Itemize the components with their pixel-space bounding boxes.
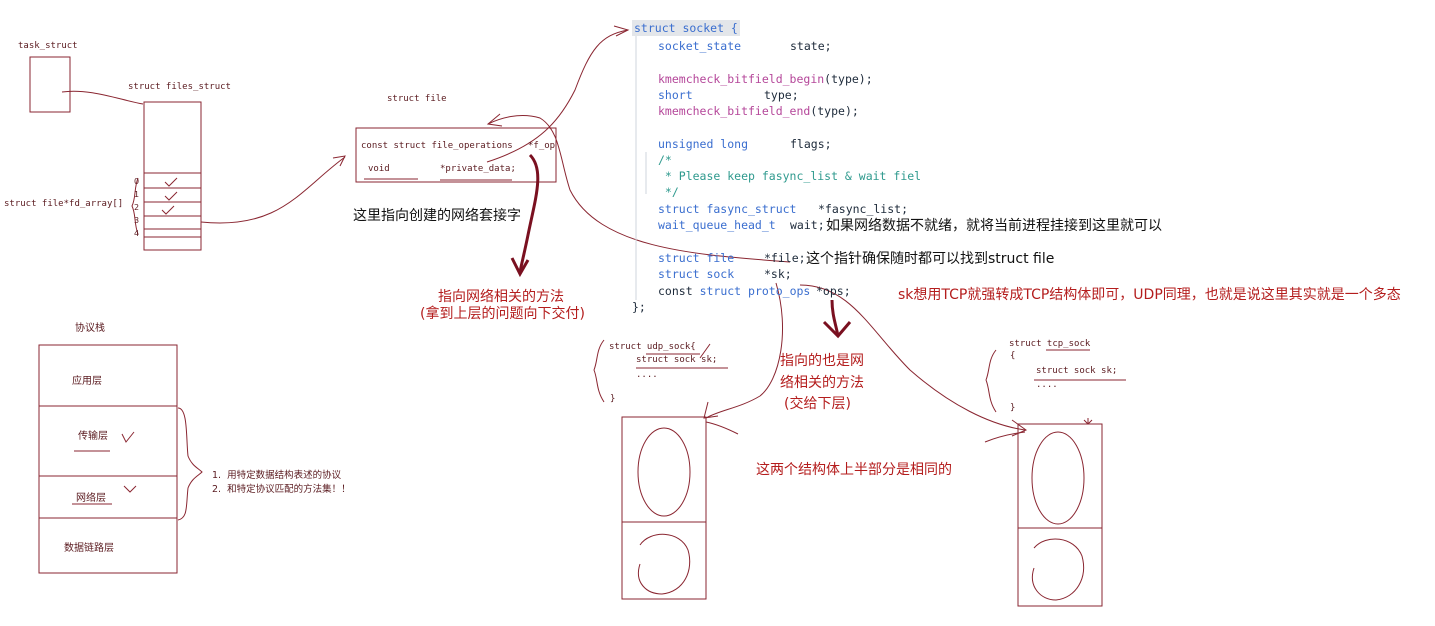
code-line-ops: const struct proto_ops (658, 284, 811, 298)
code-line-ops-name: *ops; (816, 284, 851, 298)
socket-header-text: struct socket { (634, 21, 738, 35)
protocol-stack-title: 协议栈 (75, 323, 105, 334)
udp-close: } (610, 394, 616, 404)
sk-to-udp-arrow (705, 282, 784, 419)
code-line-fasync: struct fasync_struct (658, 202, 797, 216)
code-line-file-name: *file; (764, 251, 806, 265)
fd-index-4: 4 (134, 229, 140, 238)
task-struct-label: task_struct (18, 41, 78, 51)
fop-decl: const struct file_operations (361, 141, 513, 151)
tcp-open: { (1010, 351, 1016, 361)
udp-box (621, 416, 707, 600)
code-line-state: socket_state (658, 39, 742, 53)
udp-dots: .... (636, 370, 658, 380)
private-name: *private_data; (440, 164, 516, 174)
struct-file-title: struct file (387, 94, 447, 104)
code-comment-2: * Please keep fasync_list & wait fiel (658, 169, 922, 183)
files-struct-box (143, 101, 202, 251)
code-line-short: short (658, 88, 693, 102)
tcp-box (1017, 423, 1103, 607)
same-half-note: 这两个结构体上半部分是相同的 (756, 462, 952, 478)
fd-index-0: 0 (134, 177, 140, 186)
code-line-wait-name: wait; (790, 218, 825, 232)
code-line-sock: struct sock (658, 267, 735, 281)
code-line-state-name: state; (790, 39, 832, 53)
tcp-close: } (1010, 403, 1016, 413)
fd-array-label: struct file*fd_array[] (4, 199, 124, 209)
code-line-wait: wait_queue_head_t (658, 218, 776, 232)
udp-header: struct udp_sock{ (609, 342, 696, 352)
socket-header: struct socket { (632, 20, 740, 37)
ops-note-line3: (交给下层) (784, 396, 851, 412)
fd-to-file-arrow (200, 156, 346, 224)
tcp-header: struct tcp_sock (1009, 339, 1091, 349)
fop-name: *f_op (528, 141, 556, 151)
fop-arrow (518, 153, 540, 273)
layer-network: 网络层 (76, 493, 106, 504)
stack-note-2: 2. 和特定协议匹配的方法集！！ (212, 484, 351, 495)
code-line-sock-name: *sk; (764, 267, 792, 281)
code-line-flags: unsigned long (658, 137, 749, 151)
files-struct-label: struct files_struct (128, 82, 231, 92)
layer-datalink: 数据链路层 (64, 543, 114, 554)
code-line-flags-name: flags; (790, 137, 832, 151)
code-comment-1: /* (658, 153, 672, 167)
sketch-layer (29, 22, 1126, 607)
udp-member: struct sock sk; (636, 355, 718, 365)
layer-transport: 传输层 (78, 431, 108, 442)
file-pointer-note: 这个指针确保随时都可以找到struct file (806, 251, 1055, 267)
ops-note-line1: 指向的也是网 (780, 353, 864, 369)
task-to-files-arrow (61, 90, 144, 105)
tcp-dots: .... (1036, 380, 1058, 390)
code-line-kmem-end: kmemcheck_bitfield_end(type); (658, 104, 859, 118)
sk-note: sk想用TCP就强转成TCP结构体即可，UDP同理，也就是说这里其实就是一个多态 (898, 287, 1401, 303)
code-comment-3: */ (658, 185, 679, 199)
fd-index-1: 1 (134, 190, 140, 199)
code-line-kmem-begin: kmemcheck_bitfield_begin(type); (658, 72, 873, 86)
private-type: void (368, 164, 390, 174)
transport-network-brace (177, 407, 203, 521)
private-data-note: 这里指向创建的网络套接字 (353, 208, 521, 224)
stack-note-1: 1. 用特定数据结构表述的协议 (212, 470, 342, 481)
tcp-member: struct sock sk; (1036, 366, 1118, 376)
code-close: }; (632, 300, 646, 314)
code-line-short-name: type; (764, 88, 799, 102)
ops-note-line2: 络相关的方法 (780, 375, 864, 391)
task-struct-box (29, 56, 71, 113)
wait-note: 如果网络数据不就绪，就将当前进程挂接到这里就可以 (826, 218, 1162, 234)
code-line-file: struct file (658, 251, 735, 265)
fd-index-2: 2 (134, 203, 140, 212)
layer-application: 应用层 (72, 376, 102, 387)
fop-note-line2: (拿到上层的问题向下交付) (420, 306, 585, 322)
fd-index-3: 3 (134, 216, 140, 225)
